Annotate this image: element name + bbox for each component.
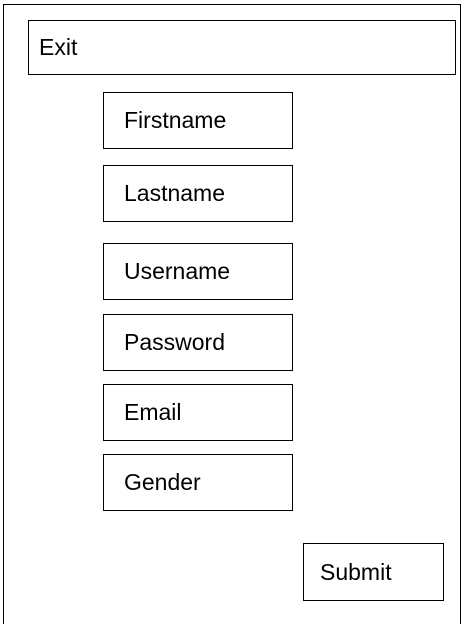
firstname-field[interactable]: Firstname — [103, 92, 293, 149]
lastname-label: Lastname — [124, 180, 226, 206]
password-label: Password — [124, 329, 225, 355]
gender-label: Gender — [124, 469, 201, 495]
gender-field[interactable]: Gender — [103, 454, 293, 511]
email-field[interactable]: Email — [103, 384, 293, 441]
password-field[interactable]: Password — [103, 314, 293, 371]
lastname-field[interactable]: Lastname — [103, 165, 293, 222]
email-label: Email — [124, 399, 182, 425]
submit-label: Submit — [320, 558, 392, 585]
username-field[interactable]: Username — [103, 243, 293, 300]
submit-button[interactable]: Submit — [303, 543, 444, 601]
exit-label: Exit — [39, 34, 78, 60]
exit-button[interactable]: Exit — [28, 20, 456, 75]
username-label: Username — [124, 258, 231, 284]
firstname-label: Firstname — [124, 107, 227, 133]
